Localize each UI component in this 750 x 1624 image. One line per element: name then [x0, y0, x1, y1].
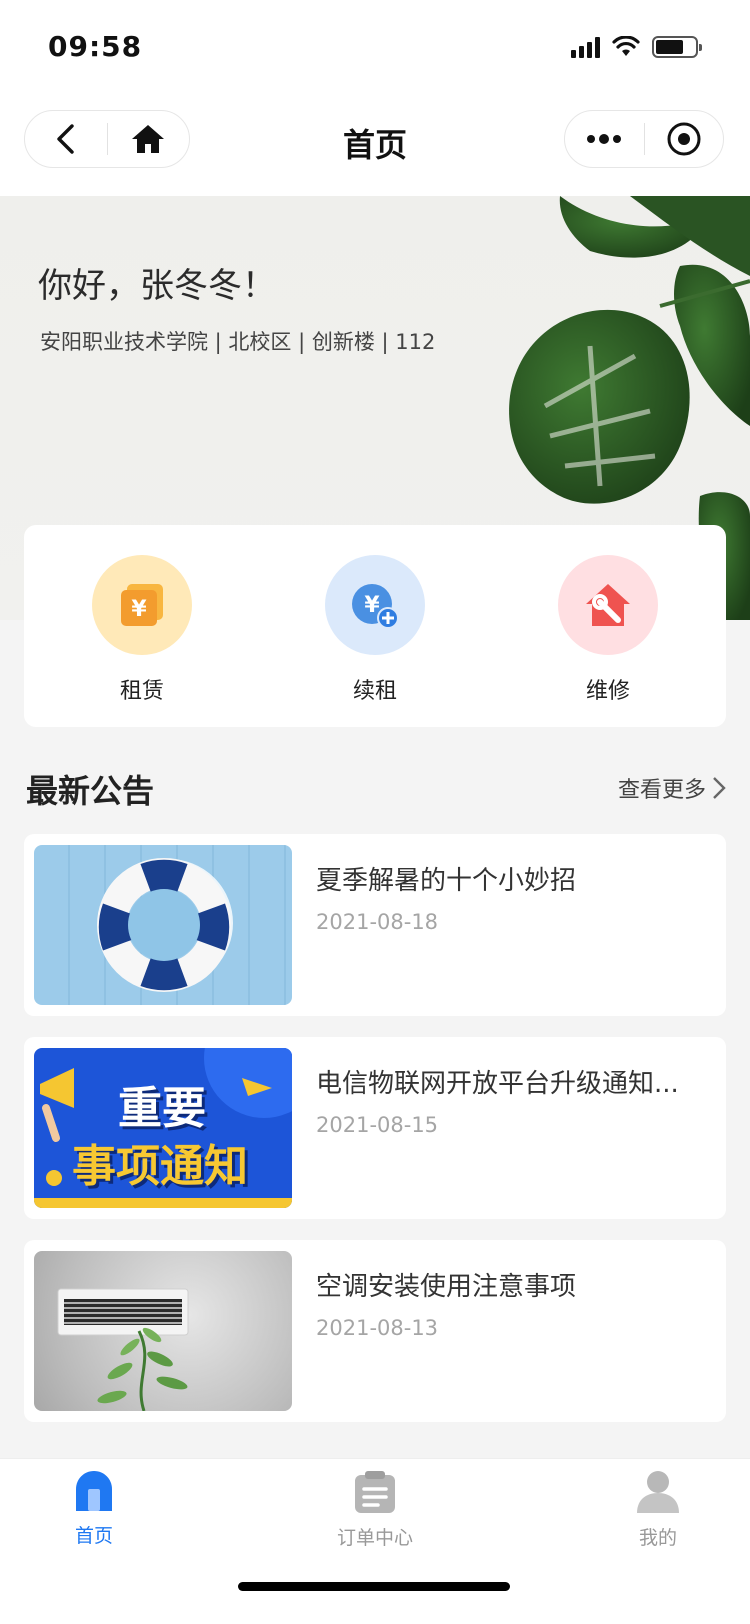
announcement-title: 空调安装使用注意事项	[316, 1272, 577, 1302]
repair-label: 维修	[585, 679, 630, 704]
tab-bar: 首页 订单中心 我的	[0, 1458, 750, 1624]
tab-home[interactable]: 首页	[24, 1469, 164, 1548]
announcement-date: 2021-08-13	[316, 1316, 439, 1340]
wifi-icon	[612, 36, 640, 56]
announcements-title: 最新公告	[26, 772, 155, 810]
user-icon	[637, 1471, 679, 1513]
rent-icon: ¥	[121, 584, 163, 626]
notice-image-text-top: 重要	[118, 1083, 206, 1134]
status-time: 09:58	[48, 30, 143, 63]
rent-label: 租赁	[119, 679, 164, 704]
tab-orders[interactable]: 订单中心	[305, 1469, 445, 1550]
quick-actions-card: ¥ 租赁 ¥ 续租 维修	[24, 525, 726, 727]
announcement-thumbnail	[34, 845, 292, 1005]
announcement-title: 夏季解暑的十个小妙招	[316, 866, 577, 896]
home-indicator	[238, 1582, 510, 1591]
view-more-link[interactable]: 查看更多	[618, 772, 726, 804]
target-circle-icon	[667, 122, 701, 156]
status-bar: 09:58	[0, 0, 750, 96]
greeting-text: 你好，张冬冬！	[38, 266, 276, 306]
announcement-item[interactable]: 夏季解暑的十个小妙招 2021-08-18	[24, 834, 726, 1016]
more-menu-button[interactable]	[565, 111, 644, 167]
tab-profile[interactable]: 我的	[588, 1469, 728, 1550]
announcement-title: 电信物联网开放平台升级通知...	[316, 1069, 679, 1099]
signal-icon	[571, 36, 600, 58]
notice-image-text-bottom: 事项通知	[72, 1141, 248, 1192]
announcement-date: 2021-08-15	[316, 1113, 439, 1137]
nav-bar: 首页	[0, 96, 750, 196]
tab-profile-label: 我的	[638, 1527, 677, 1549]
repair-icon	[586, 584, 630, 626]
announcement-item[interactable]: 重要 事项通知 电信物联网开放平台升级通知... 2021-08-15	[24, 1037, 726, 1219]
renew-action[interactable]: ¥ 续租	[325, 555, 425, 727]
close-miniprogram-button[interactable]	[645, 111, 724, 167]
rent-icon-circle: ¥	[92, 555, 192, 655]
view-more-label: 查看更多	[617, 778, 706, 803]
home-tab-icon	[76, 1471, 112, 1511]
renew-icon-circle: ¥	[325, 555, 425, 655]
announcement-thumbnail: 重要 事项通知	[34, 1048, 292, 1208]
battery-icon	[652, 36, 702, 58]
rent-action[interactable]: ¥ 租赁	[92, 555, 192, 727]
renew-icon: ¥	[352, 584, 399, 629]
lifebuoy-image	[97, 858, 233, 992]
repair-icon-circle	[558, 555, 658, 655]
svg-text:¥: ¥	[131, 597, 147, 622]
repair-action[interactable]: 维修	[558, 555, 658, 727]
announcement-thumbnail	[34, 1251, 292, 1411]
user-address: 安阳职业技术学院 | 北校区 | 创新楼 | 112	[40, 330, 436, 354]
clipboard-icon	[355, 1471, 395, 1513]
chevron-right-icon	[713, 777, 726, 799]
tab-home-label: 首页	[74, 1525, 113, 1547]
nav-capsule-right	[564, 110, 724, 168]
announcement-item[interactable]: 空调安装使用注意事项 2021-08-13	[24, 1240, 726, 1422]
tab-orders-label: 订单中心	[336, 1527, 413, 1549]
more-dots-icon	[587, 134, 622, 144]
renew-label: 续租	[352, 679, 397, 704]
announcement-date: 2021-08-18	[316, 910, 439, 934]
air-conditioner-image	[57, 1288, 189, 1411]
status-icons	[571, 36, 702, 58]
